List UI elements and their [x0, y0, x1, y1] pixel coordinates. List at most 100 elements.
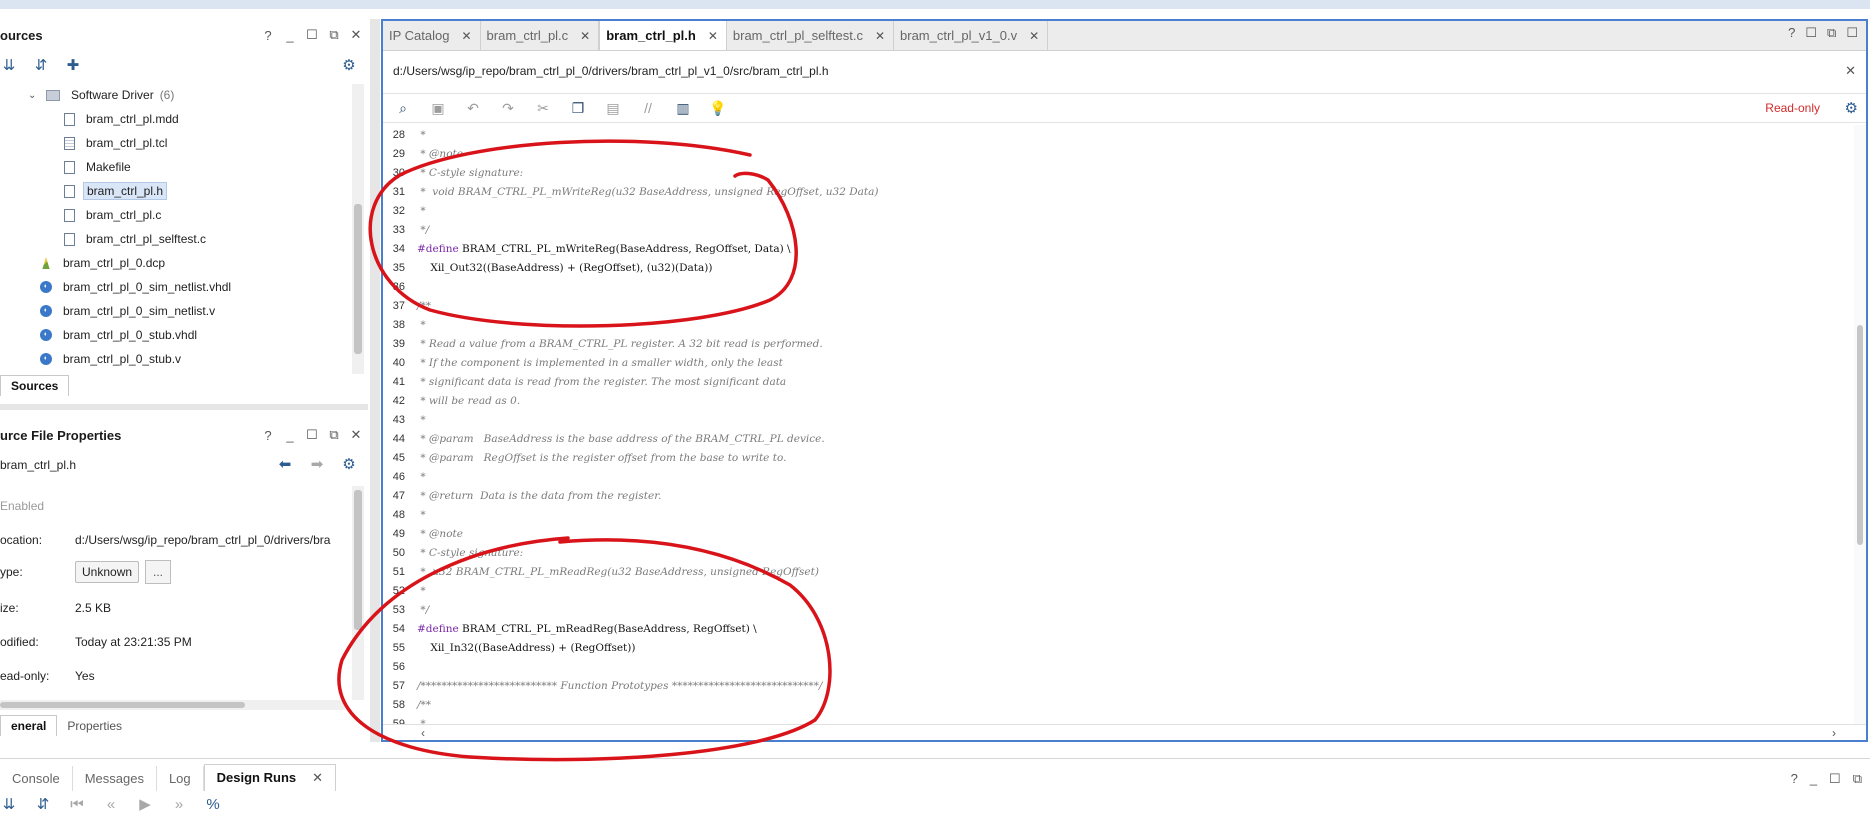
play-icon[interactable]: ▶: [136, 795, 154, 813]
add-sources-icon[interactable]: ✚: [64, 56, 82, 74]
tab-messages[interactable]: Messages: [73, 766, 157, 791]
enabled-checkbox-label[interactable]: Enabled: [0, 499, 44, 513]
expand-all-icon[interactable]: ⇵: [32, 56, 50, 74]
cut-icon[interactable]: ✂: [533, 98, 553, 118]
code-line: 33 */: [383, 220, 1850, 239]
code-text: * will be read as 0.: [417, 394, 521, 407]
close-icon[interactable]: ✕: [580, 29, 590, 43]
gear-icon[interactable]: ⚙: [340, 56, 358, 74]
properties-vscrollbar[interactable]: [352, 486, 364, 700]
minimize-icon[interactable]: ☐: [1805, 25, 1817, 41]
editor-vscrollbar[interactable]: [1854, 125, 1866, 725]
file-icon: [64, 160, 75, 174]
tree-item-software-driver[interactable]: ⌄ Software Driver (6): [28, 84, 174, 106]
maximize-icon[interactable]: ☐: [306, 427, 318, 443]
maximize-icon[interactable]: ☐: [1846, 25, 1858, 41]
close-icon[interactable]: ✕: [875, 29, 885, 43]
tree-item-file[interactable]: bram_ctrl_pl_selftest.c: [64, 228, 209, 250]
chevron-down-icon[interactable]: ⌄: [28, 90, 38, 101]
scroll-thumb[interactable]: [0, 702, 245, 708]
scroll-thumb[interactable]: [1857, 325, 1863, 545]
gear-icon[interactable]: ⚙: [340, 455, 358, 473]
code-area[interactable]: 28 * 29 * @note 30 * C-style signature: 31 …: [383, 125, 1850, 726]
tab-design-runs[interactable]: Design Runs ✕: [203, 764, 337, 791]
tab-bram-ctrl-pl-v1-0-v[interactable]: bram_ctrl_pl_v1_0.v ✕: [894, 21, 1049, 50]
first-icon[interactable]: ⏮: [68, 795, 86, 813]
collapse-all-icon[interactable]: ⇊: [0, 795, 18, 813]
tree-item-file[interactable]: bram_ctrl_pl.c: [64, 204, 164, 226]
minimize-icon[interactable]: _: [284, 28, 296, 43]
tree-item-file[interactable]: bram_ctrl_pl.mdd: [64, 108, 182, 130]
panel-divider[interactable]: [0, 404, 368, 410]
tree-item-vhdl[interactable]: ◐ bram_ctrl_pl_0_sim_netlist.vhdl: [40, 276, 234, 298]
paste-icon[interactable]: ▤: [603, 98, 623, 118]
code-line: 30 * C-style signature:: [383, 163, 1850, 182]
expand-all-icon[interactable]: ⇵: [34, 795, 52, 813]
close-icon[interactable]: ✕: [461, 29, 471, 43]
back-arrow-icon[interactable]: ⬅: [276, 455, 294, 473]
comment-icon[interactable]: //: [638, 98, 658, 118]
columns-icon[interactable]: ▥: [673, 98, 693, 118]
tab-sources[interactable]: Sources: [0, 375, 70, 396]
search-icon[interactable]: ⌕: [393, 98, 413, 118]
close-icon[interactable]: ✕: [1845, 63, 1856, 79]
close-icon[interactable]: ✕: [1029, 29, 1039, 43]
fast-forward-icon[interactable]: »: [170, 795, 188, 813]
tab-properties[interactable]: Properties: [57, 716, 132, 736]
tab-console[interactable]: Console: [0, 766, 73, 791]
redo-icon[interactable]: ↷: [498, 98, 518, 118]
maximize-icon[interactable]: ☐: [1829, 771, 1841, 787]
scroll-thumb[interactable]: [354, 490, 362, 630]
tree-item-dcp[interactable]: bram_ctrl_pl_0.dcp: [40, 252, 168, 274]
help-icon[interactable]: ?: [1791, 771, 1798, 787]
help-icon[interactable]: ?: [262, 28, 274, 43]
maximize-icon[interactable]: ☐: [306, 27, 318, 43]
tab-log[interactable]: Log: [157, 766, 204, 791]
close-icon[interactable]: ✕: [312, 770, 323, 785]
tab-ip-catalog[interactable]: IP Catalog ✕: [383, 21, 481, 50]
line-number: 53: [392, 603, 405, 616]
tree-item-file[interactable]: Makefile: [64, 156, 134, 178]
type-dropdown[interactable]: Unknown: [75, 561, 140, 583]
forward-arrow-icon[interactable]: ➡: [308, 455, 326, 473]
properties-hscrollbar[interactable]: [0, 700, 345, 710]
minimize-icon[interactable]: _: [284, 428, 296, 443]
tab-general[interactable]: eneral: [0, 715, 58, 736]
gear-icon[interactable]: ⚙: [1845, 99, 1858, 117]
tree-item-verilog[interactable]: ◐ bram_ctrl_pl_0_stub.v: [40, 348, 184, 370]
sources-scrollbar[interactable]: [352, 84, 364, 374]
minimize-icon[interactable]: _: [1810, 771, 1817, 787]
folder-icon: [46, 89, 60, 101]
panel-divider[interactable]: [370, 19, 380, 742]
help-icon[interactable]: ?: [262, 428, 274, 443]
more-button[interactable]: ...: [145, 560, 172, 584]
tab-bram-ctrl-pl-c[interactable]: bram_ctrl_pl.c ✕: [481, 21, 600, 50]
lightbulb-icon[interactable]: 💡: [708, 98, 728, 118]
tree-item-vhdl[interactable]: ◐ bram_ctrl_pl_0_stub.vhdl: [40, 324, 200, 346]
tab-bram-ctrl-pl-selftest-c[interactable]: bram_ctrl_pl_selftest.c ✕: [727, 21, 895, 50]
close-icon[interactable]: ✕: [350, 427, 362, 443]
scroll-right-icon[interactable]: ›: [1832, 726, 1836, 740]
tab-bram-ctrl-pl-h[interactable]: bram_ctrl_pl.h ✕: [599, 21, 727, 50]
percent-icon[interactable]: %: [204, 795, 222, 813]
save-icon[interactable]: ▣: [428, 98, 448, 118]
float-icon[interactable]: ⧉: [1827, 25, 1836, 41]
tree-item-file[interactable]: bram_ctrl_pl.tcl: [64, 132, 170, 154]
float-icon[interactable]: ⧉: [328, 427, 340, 443]
close-icon[interactable]: ✕: [708, 29, 718, 43]
line-number: 28: [392, 128, 405, 141]
undo-icon[interactable]: ↶: [463, 98, 483, 118]
editor-hscrollbar[interactable]: ‹ ›: [383, 724, 1866, 740]
code-line: 41 * significant data is read from the r…: [383, 372, 1850, 391]
collapse-all-icon[interactable]: ⇊: [0, 56, 18, 74]
float-icon[interactable]: ⧉: [328, 27, 340, 43]
copy-icon[interactable]: ❐: [568, 98, 588, 118]
rewind-icon[interactable]: «: [102, 795, 120, 813]
tree-item-file-selected[interactable]: bram_ctrl_pl.h: [64, 180, 168, 202]
help-icon[interactable]: ?: [1788, 25, 1795, 41]
scroll-thumb[interactable]: [354, 204, 362, 354]
tree-item-verilog[interactable]: ◐ bram_ctrl_pl_0_sim_netlist.v: [40, 300, 218, 322]
float-icon[interactable]: ⧉: [1853, 771, 1862, 787]
scroll-left-icon[interactable]: ‹: [421, 726, 425, 740]
close-icon[interactable]: ✕: [350, 27, 362, 43]
